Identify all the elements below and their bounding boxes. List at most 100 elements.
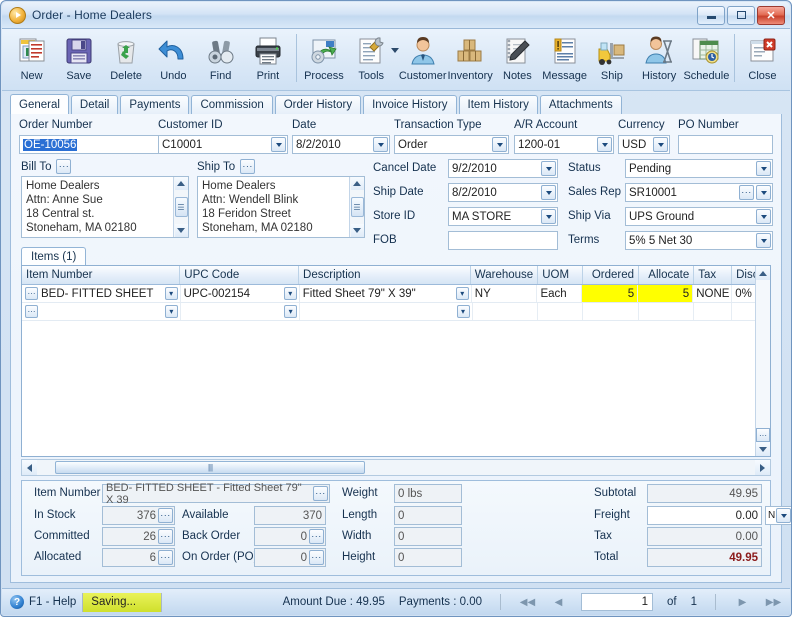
chevron-down-icon[interactable]: ▾ (164, 305, 178, 318)
scroll-up-icon[interactable] (350, 177, 364, 190)
toolbar-inventory-button[interactable]: Inventory (447, 32, 494, 88)
width-input[interactable]: 0 (394, 527, 462, 546)
toolbar-customer-button[interactable]: Customer (399, 32, 447, 88)
ship-to-scrollbar[interactable]: ☰ (349, 177, 364, 237)
toolbar-ship-button[interactable]: Ship (588, 32, 635, 88)
weight-input[interactable]: 0 lbs (394, 484, 462, 503)
table-row[interactable]: ··· BED- FITTED SHEET ▾ UPC-002154 ▾ Fit… (22, 285, 770, 303)
ship-to-address-box[interactable]: Home Dealers Attn: Wendell Blink 18 Feri… (197, 176, 365, 238)
detail-item-lookup-button[interactable]: ··· (313, 486, 328, 501)
horizontal-scroll-track[interactable]: |||| (37, 460, 755, 475)
item-lookup-button[interactable]: ··· (25, 305, 38, 318)
items-grid[interactable]: Item Number UPC Code Description Warehou… (21, 265, 771, 457)
cell-tax[interactable] (694, 303, 733, 320)
ship-to-lookup-button[interactable]: ··· (240, 159, 256, 174)
tab-commission[interactable]: Commission (191, 95, 273, 114)
toolbar-schedule-button[interactable]: Schedule (683, 32, 730, 88)
date-combo[interactable]: 8/2/2010 (292, 135, 390, 154)
ar-account-combo[interactable]: 1200-01 (514, 135, 614, 154)
currency-combo[interactable]: USD (618, 135, 670, 154)
toolbar-save-button[interactable]: Save (55, 32, 102, 88)
scroll-down-icon[interactable] (756, 442, 770, 456)
allocated-lookup-button[interactable]: ··· (158, 550, 173, 565)
tab-invoice-history[interactable]: Invoice History (363, 95, 457, 114)
cell-upc-code[interactable]: ▾ (181, 303, 301, 320)
chevron-down-icon[interactable] (776, 508, 791, 523)
cell-ordered[interactable]: 5 (582, 285, 639, 302)
cell-item-number[interactable]: ··· BED- FITTED SHEET ▾ (22, 285, 181, 302)
toolbar-print-button[interactable]: Print (244, 32, 291, 88)
height-input[interactable]: 0 (394, 548, 462, 567)
cell-uom[interactable]: Each (537, 285, 583, 302)
chevron-down-icon[interactable] (653, 137, 668, 152)
toolbar-history-button[interactable]: History (636, 32, 683, 88)
sales-rep-combo[interactable]: SR10001 ··· (625, 183, 773, 202)
tab-item-history[interactable]: Item History (458, 95, 538, 114)
store-id-combo[interactable]: MA STORE (448, 207, 558, 226)
page-number-input[interactable]: 1 (581, 593, 653, 611)
cell-description[interactable]: ▾ (300, 303, 473, 320)
nav-next-button[interactable]: ▶ (734, 594, 751, 611)
horizontal-scroll-thumb[interactable]: |||| (55, 461, 365, 474)
chevron-down-icon[interactable] (541, 161, 556, 176)
chevron-down-icon[interactable] (756, 161, 771, 176)
committed-input[interactable]: 26 ··· (102, 527, 175, 546)
cell-uom[interactable] (538, 303, 583, 320)
order-number-input[interactable]: OE-10056 (19, 135, 164, 154)
scroll-down-icon[interactable] (174, 224, 188, 237)
scroll-up-icon[interactable] (174, 177, 188, 190)
chevron-down-icon[interactable]: ▾ (164, 287, 178, 300)
scroll-right-icon[interactable] (755, 460, 770, 475)
toolbar-notes-button[interactable]: Notes (494, 32, 541, 88)
chevron-down-icon[interactable] (271, 137, 286, 152)
cancel-date-combo[interactable]: 9/2/2010 (448, 159, 558, 178)
cell-description[interactable]: Fitted Sheet 79" X 39" ▾ (300, 285, 472, 302)
chevron-down-icon[interactable]: ▾ (283, 287, 297, 300)
bill-to-scrollbar[interactable]: ☰ (173, 177, 188, 237)
cell-ordered[interactable] (583, 303, 640, 320)
chevron-down-icon[interactable] (541, 185, 556, 200)
tab-detail[interactable]: Detail (70, 95, 119, 114)
terms-combo[interactable]: 5% 5 Net 30 (625, 231, 773, 250)
toolbar-message-button[interactable]: Message (541, 32, 588, 88)
grid-expand-button[interactable]: ··· (756, 428, 770, 442)
tab-order-history[interactable]: Order History (274, 95, 362, 114)
back-order-lookup-button[interactable]: ··· (309, 529, 324, 544)
back-order-input[interactable]: 0 ··· (254, 527, 326, 546)
toolbar-tools-button[interactable]: Tools (348, 32, 395, 88)
toolbar-undo-button[interactable]: Undo (150, 32, 197, 88)
close-button[interactable]: ✕ (757, 5, 785, 25)
chevron-down-icon[interactable]: ▾ (455, 287, 469, 300)
sales-rep-lookup-button[interactable]: ··· (739, 185, 754, 200)
toolbar-delete-button[interactable]: Delete (103, 32, 150, 88)
toolbar-new-button[interactable]: New (8, 32, 55, 88)
scroll-up-icon[interactable] (756, 266, 770, 280)
chevron-down-icon[interactable] (756, 233, 771, 248)
tab-payments[interactable]: Payments (120, 95, 190, 114)
allocated-input[interactable]: 6 ··· (102, 548, 175, 567)
help-question-icon[interactable]: ? (10, 595, 24, 609)
on-order-po-input[interactable]: 0 ··· (254, 548, 326, 567)
bill-to-lookup-button[interactable]: ··· (56, 159, 72, 174)
chevron-down-icon[interactable] (541, 209, 556, 224)
po-number-input[interactable] (678, 135, 773, 154)
scroll-down-icon[interactable] (350, 224, 364, 237)
bill-to-address-box[interactable]: Home Dealers Attn: Anne Sue 18 Central s… (21, 176, 189, 238)
scroll-thumb[interactable]: ☰ (174, 197, 188, 217)
tab-attachments[interactable]: Attachments (539, 95, 622, 114)
minimize-button[interactable] (697, 5, 725, 25)
chevron-down-icon[interactable] (756, 185, 771, 200)
on-order-po-lookup-button[interactable]: ··· (309, 550, 324, 565)
freight-code-combo[interactable]: N (765, 506, 791, 525)
items-tab[interactable]: Items (1) (21, 247, 87, 265)
cell-allocate[interactable] (639, 303, 695, 320)
detail-item-number-input[interactable]: BED- FITTED SHEET - Fitted Sheet 79" X 3… (102, 482, 330, 506)
items-grid-horizontal-scrollbar[interactable]: |||| (21, 459, 771, 476)
ship-date-combo[interactable]: 8/2/2010 (448, 183, 558, 202)
scroll-thumb[interactable]: ☰ (350, 197, 364, 217)
nav-last-button[interactable]: ▶▶ (765, 594, 782, 611)
length-input[interactable]: 0 (394, 506, 462, 525)
tab-general[interactable]: General (10, 94, 69, 114)
chevron-down-icon[interactable]: ▾ (284, 305, 298, 318)
committed-lookup-button[interactable]: ··· (158, 529, 173, 544)
